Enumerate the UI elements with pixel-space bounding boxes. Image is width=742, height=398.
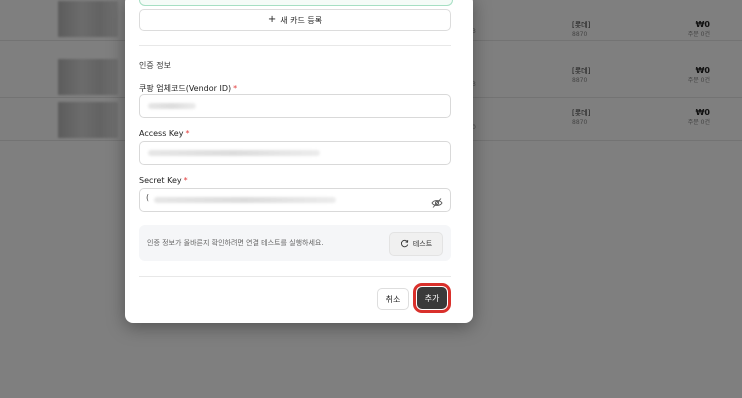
access-key-label: Access Key *: [139, 129, 190, 138]
section-title: 인증 정보: [139, 61, 171, 70]
vendor-id-label: 쿠팡 업체코드(Vendor ID) *: [139, 84, 238, 93]
section-divider: [139, 45, 451, 46]
test-connection-button[interactable]: 테스트: [389, 232, 443, 256]
add-card-label: 새 카드 등록: [280, 15, 323, 25]
add-new-card-button[interactable]: + 새 카드 등록: [139, 9, 451, 31]
test-message: 인증 정보가 올바른지 확인하려면 연결 테스트를 실행하세요.: [147, 239, 324, 247]
masked-value: [154, 197, 336, 203]
required-mark: *: [185, 129, 190, 138]
test-button-label: 테스트: [412, 240, 433, 248]
required-mark: *: [233, 84, 238, 93]
plus-icon: +: [267, 14, 277, 25]
add-account-modal: + 새 카드 등록 인증 정보 쿠팡 업체코드(Vendor ID) * Acce…: [125, 0, 473, 323]
secret-key-input[interactable]: (: [139, 188, 451, 212]
masked-value: [148, 103, 196, 109]
masked-value: [148, 150, 320, 156]
eye-off-icon[interactable]: [431, 194, 443, 208]
add-button[interactable]: 추가: [413, 283, 451, 313]
secret-key-value: (: [146, 193, 150, 202]
cancel-button[interactable]: 취소: [377, 288, 409, 310]
refresh-icon: [400, 239, 409, 250]
connection-test-panel: 인증 정보가 올바른지 확인하려면 연결 테스트를 실행하세요. 테스트: [139, 225, 451, 261]
secret-key-label: Secret Key *: [139, 176, 188, 185]
required-mark: *: [183, 176, 188, 185]
access-key-input[interactable]: [139, 141, 451, 165]
footer-divider: [139, 276, 451, 277]
vendor-id-input[interactable]: [139, 94, 451, 118]
selected-card-edge: [139, 0, 453, 6]
